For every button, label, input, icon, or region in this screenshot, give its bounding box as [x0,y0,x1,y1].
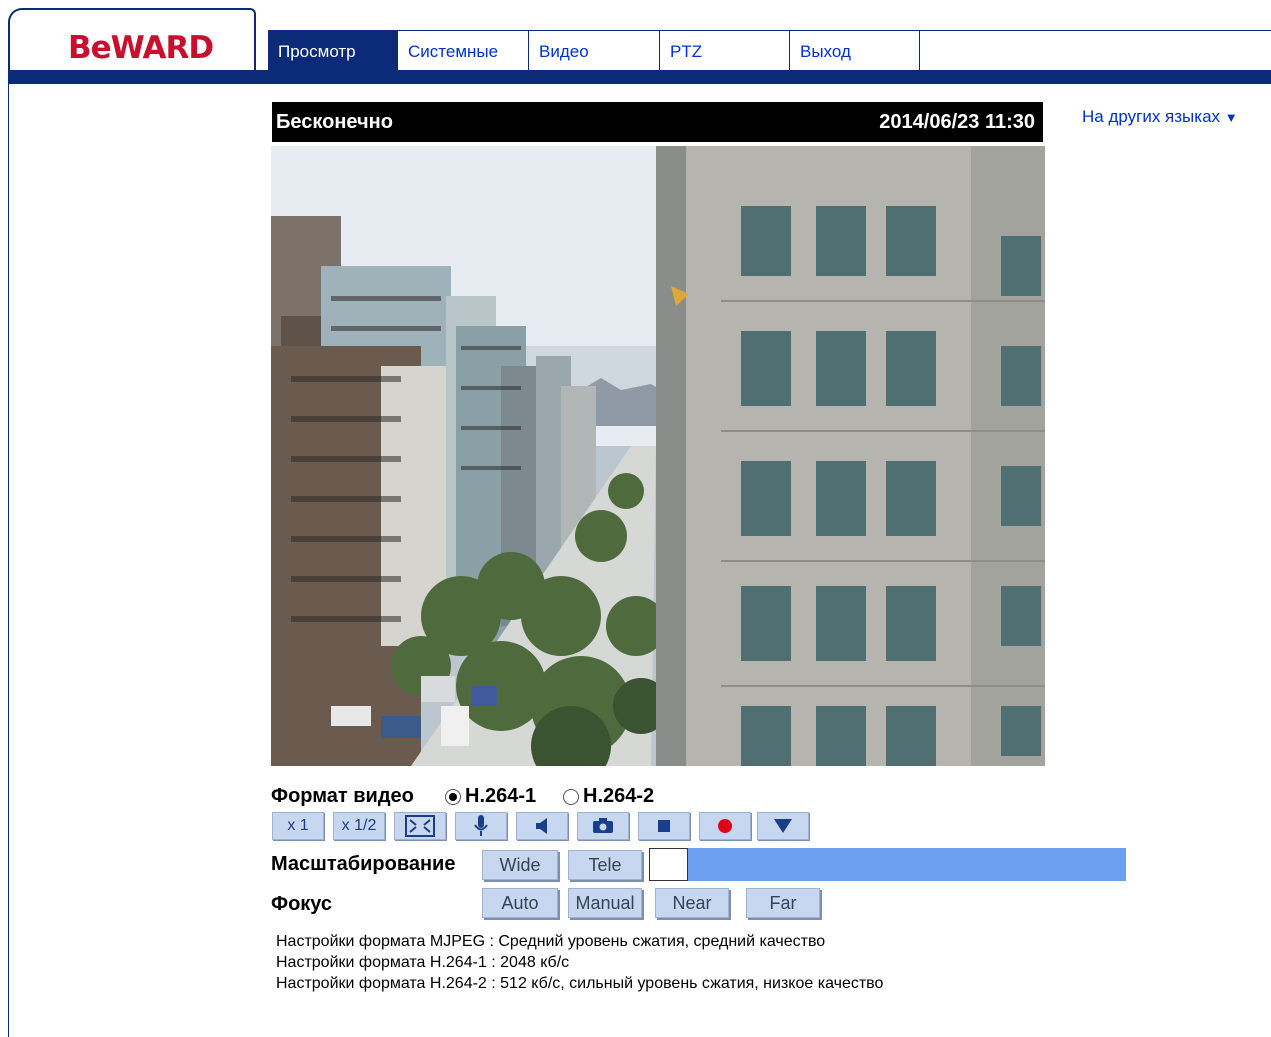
info-line-h264-2: Настройки формата H.264-2 : 512 кб/с, си… [276,975,884,992]
stop-icon [658,820,670,832]
page-left-border [8,84,9,1037]
radio-h264-2-label: H.264-2 [583,785,655,807]
tab-view[interactable]: Просмотр [268,31,398,71]
speaker-button[interactable] [516,812,568,840]
info-line-mjpeg: Настройки формата MJPEG : Средний уровен… [276,933,826,950]
zoom-wide-button[interactable]: Wide [482,850,558,880]
more-button[interactable] [757,812,809,840]
tab-system[interactable]: Системные [398,31,529,71]
focus-label: Фокус [271,893,333,915]
radio-h264-1-label: H.264-1 [465,785,537,807]
tab-ptz[interactable]: PTZ [660,31,790,71]
radio-h264-1-circle[interactable] [445,788,461,805]
snapshot-button[interactable] [577,812,629,840]
camera-header: Бесконечно 2014/06/23 11:30 [272,102,1043,142]
microphone-icon [474,815,488,836]
radio-h264-1[interactable]: H.264-1 [445,785,536,808]
zoom-label: Масштабирование [271,853,456,875]
speaker-icon [536,818,547,834]
zoom-half-button[interactable]: x 1/2 [333,812,385,840]
video-frame [271,146,1045,766]
video-format-label: Формат видео [271,785,414,807]
camera-title: Бесконечно [276,111,393,133]
tab-video[interactable]: Видео [529,31,660,71]
snapshot-camera-icon [593,818,613,833]
stop-button[interactable] [638,812,690,840]
fullscreen-button[interactable] [394,812,446,840]
zoom-1x-button[interactable]: x 1 [272,812,324,840]
beward-logo: BeWARD [68,30,214,66]
focus-auto-button[interactable]: Auto [482,888,558,918]
radio-h264-2-circle[interactable] [563,788,579,805]
tab-output[interactable]: Выход [790,31,920,71]
nav-underline [8,70,1271,84]
camera-datetime: 2014/06/23 11:30 [879,111,1035,133]
radio-h264-2[interactable]: H.264-2 [563,785,654,808]
info-line-h264-1: Настройки формата H.264-1 : 2048 кб/с [276,954,570,971]
triangle-down-icon: ▼ [1224,110,1238,125]
microphone-button[interactable] [455,812,507,840]
language-label: На других языках [1082,107,1221,126]
format-info: Настройки формата MJPEG : Средний уровен… [276,931,883,994]
zoom-tele-button[interactable]: Tele [568,850,642,880]
fullscreen-icon [405,815,435,837]
focus-manual-button[interactable]: Manual [568,888,642,918]
record-icon [718,819,732,833]
zoom-slider-handle[interactable] [649,848,688,881]
record-button[interactable] [699,812,751,840]
main-nav: Просмотр Системные Видео PTZ Выход [268,30,1271,71]
focus-near-button[interactable]: Near [655,888,729,918]
focus-far-button[interactable]: Far [746,888,820,918]
language-selector[interactable]: На других языках ▼ [1082,107,1238,127]
zoom-slider-track[interactable] [688,848,1126,881]
video-feed[interactable] [271,146,1045,766]
more-down-icon [774,819,792,833]
